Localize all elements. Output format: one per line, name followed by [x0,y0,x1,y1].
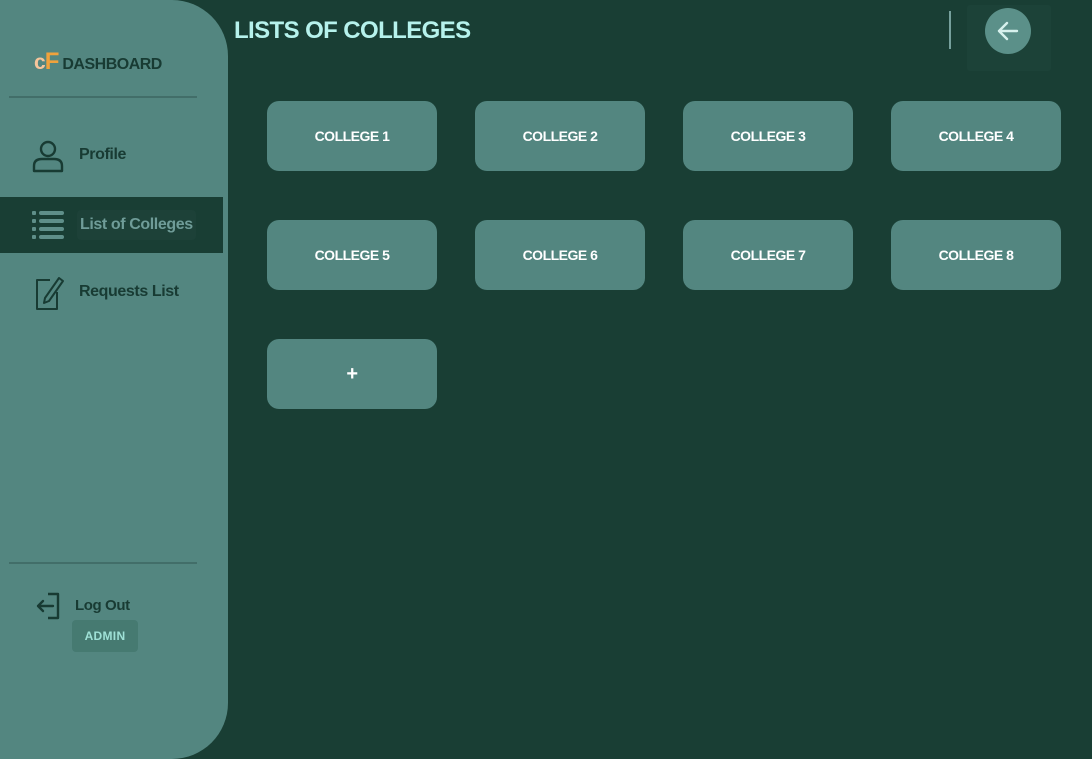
sidebar-item-profile[interactable]: Profile [0,127,223,183]
logo-letter-c: c [34,51,46,74]
sidebar-item-label: Profile [79,146,126,163]
user-icon [32,140,64,173]
college-button-4[interactable]: COLLEGE 4 [891,101,1061,171]
back-button-container [967,5,1051,71]
sidebar: c F DASHBOARD Profile List of Colleges R… [0,0,228,759]
sidebar-item-label: List of Colleges [77,210,196,240]
header-divider [949,11,951,49]
logo-letter-f: F [44,48,60,75]
page-title: LISTS OF COLLEGES [234,17,471,44]
sidebar-divider-top [9,96,197,98]
list-icon [32,211,64,239]
college-button-2[interactable]: COLLEGE 2 [475,101,645,171]
brand: c F DASHBOARD [34,48,162,76]
edit-note-icon [36,277,64,310]
add-college-button[interactable]: + [267,339,437,409]
college-button-1[interactable]: COLLEGE 1 [267,101,437,171]
college-button-6[interactable]: COLLEGE 6 [475,220,645,290]
sidebar-divider-bottom [9,562,197,564]
colleges-grid: COLLEGE 1 COLLEGE 2 COLLEGE 3 COLLEGE 4 … [267,101,1061,409]
arrow-left-icon [997,21,1019,41]
college-button-3[interactable]: COLLEGE 3 [683,101,853,171]
sidebar-item-requests-list[interactable]: Requests List [0,264,223,320]
role-badge: ADMIN [72,620,138,652]
logout-button[interactable]: Log Out [32,588,172,624]
back-button[interactable] [985,8,1031,54]
sidebar-item-label: Requests List [79,283,179,300]
sidebar-item-list-of-colleges[interactable]: List of Colleges [0,197,223,253]
logout-label: Log Out [75,597,130,614]
brand-title: DASHBOARD [62,56,162,73]
college-button-8[interactable]: COLLEGE 8 [891,220,1061,290]
college-button-5[interactable]: COLLEGE 5 [267,220,437,290]
logout-icon [36,592,60,620]
college-button-7[interactable]: COLLEGE 7 [683,220,853,290]
logo: c F [34,48,60,76]
